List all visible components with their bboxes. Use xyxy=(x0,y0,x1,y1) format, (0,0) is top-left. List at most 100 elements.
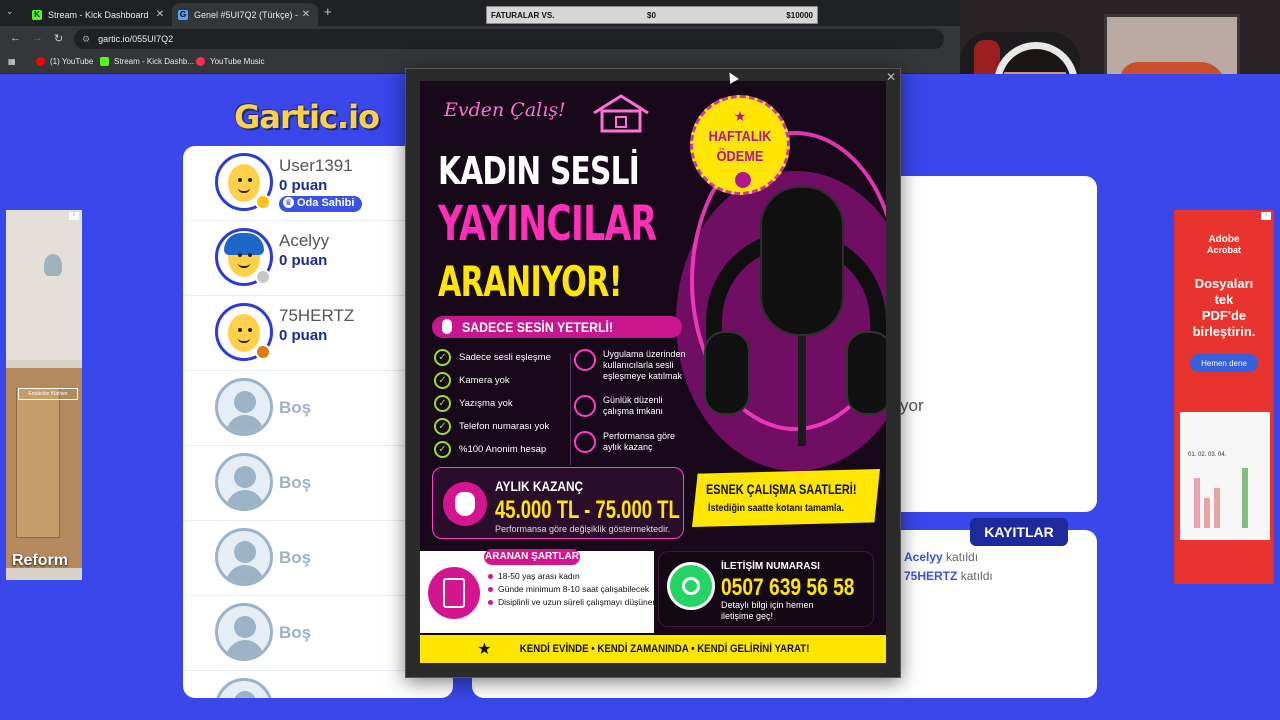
address-bar[interactable]: ⚙ gartic.io/055UI7Q2 xyxy=(74,29,944,49)
log-action: katıldı xyxy=(960,569,993,583)
new-tab-icon[interactable]: + xyxy=(324,4,332,19)
bills-start: $0 xyxy=(647,10,656,20)
status-dot xyxy=(255,344,271,360)
empty-avatar-icon xyxy=(215,678,273,698)
ad-brand: Adobe xyxy=(1208,234,1240,245)
poster-headline-1: KADIN SESLİ xyxy=(438,149,640,193)
avatar-eye xyxy=(248,178,252,182)
ad-info-icon[interactable]: i xyxy=(69,212,79,220)
close-icon[interactable]: ✕ xyxy=(886,70,896,84)
check-item: ✓ Yazışma yok xyxy=(434,395,513,412)
apps-icon[interactable]: ▦ xyxy=(8,57,16,66)
player-name: User1391 xyxy=(279,156,353,175)
logs-tab[interactable]: KAYITLAR xyxy=(970,518,1068,546)
earn-note: Performansa göre değişiklik göstermekted… xyxy=(495,524,671,534)
document-illustration: 01. 02. 03. 04. xyxy=(1180,412,1270,540)
poster-headline-3: ARANIYOR! xyxy=(438,257,623,306)
check-item: ✓ Kamera yok xyxy=(434,372,510,389)
avatar-hair xyxy=(224,233,264,255)
tab-gartic[interactable]: G Genel #5UI7Q2 (Türkçe) - Gartic ✕ xyxy=(172,3,318,26)
headset-icon xyxy=(574,349,596,371)
whatsapp-icon xyxy=(667,562,715,610)
badge-line: HAFTALIK xyxy=(708,128,772,145)
gartic-logo[interactable]: Gartic.io xyxy=(234,98,380,136)
room-owner-badge: ♛ Oda Sahibi xyxy=(279,196,363,212)
ad-cta-button[interactable]: Hemen dene xyxy=(1190,354,1258,372)
pill-text: SADECE SESİN YETERLİ! xyxy=(462,319,614,335)
contact-note: Detaylı bilgi için hemen iletişime geç! xyxy=(721,600,814,621)
ad-headline: tek xyxy=(1214,292,1234,307)
ad-info-icon[interactable]: i xyxy=(1261,212,1271,220)
clock-icon xyxy=(574,395,596,417)
requirement: Disiplinli ve uzun süreli çalışmayı düşü… xyxy=(488,597,658,608)
close-tab-icon[interactable]: ✕ xyxy=(300,9,312,20)
crown-icon: ♛ xyxy=(283,197,294,208)
empty-avatar-icon xyxy=(215,603,273,661)
job-ad-poster: Evden Çalış! KADIN SESLİ YAYINCILAR ARAN… xyxy=(420,81,886,663)
feature-item: Günlük düzenli çalışma imkanı xyxy=(574,395,695,417)
lamp-icon xyxy=(44,254,62,276)
tab-search-icon[interactable]: ⌄ xyxy=(6,6,14,17)
youtube-icon xyxy=(36,57,45,66)
req-title: ARANAN ŞARTLAR xyxy=(484,549,580,565)
poster-footer: ★ KENDİ EVİNDE • KENDİ ZAMANINDA • KENDİ… xyxy=(420,635,886,663)
requirements-box: ARANAN ŞARTLAR 18-50 yaş arası kadın Gün… xyxy=(420,549,657,633)
bills-label: FATURALAR VS. xyxy=(491,10,555,20)
voice-pill: SADECE SESİN YETERLİ! xyxy=(432,316,682,338)
back-icon[interactable]: ← xyxy=(10,32,21,44)
contact-number: 0507 639 56 58 xyxy=(721,574,855,601)
tab-kick-dashboard[interactable]: K Stream - Kick Dashboard ✕ xyxy=(26,3,172,26)
forward-icon[interactable]: → xyxy=(32,32,43,44)
player-name: Acelyy xyxy=(279,231,330,250)
avatar-eye xyxy=(248,328,252,332)
bookmark-label: YouTube Music xyxy=(210,57,265,66)
ad-mini-label[interactable]: Entdecke Küchen xyxy=(18,388,78,400)
bookmark-youtube-music[interactable]: YouTube Music xyxy=(196,57,265,66)
close-tab-icon[interactable]: ✕ xyxy=(154,9,166,20)
player-points: 0 puan xyxy=(279,327,328,344)
money-icon xyxy=(735,172,751,188)
bills-goal: $10000 xyxy=(786,10,813,20)
reload-icon[interactable]: ↻ xyxy=(54,32,63,45)
left-ad-banner[interactable]: Entdecke Küchen Reform i xyxy=(6,210,82,580)
check-icon: ✓ xyxy=(434,418,451,435)
kick-icon: K xyxy=(32,9,42,20)
image-modal: ✕ Evden Çalış! KADIN SESLİ YAYINCILAR AR… xyxy=(405,68,901,678)
status-dot xyxy=(255,269,271,285)
avatar-face xyxy=(228,164,260,202)
doc-text: 01. 02. 03. 04. xyxy=(1188,452,1227,458)
log-action: katıldı xyxy=(946,550,979,564)
bills-goal-overlay: FATURALAR VS. $0 $10000 xyxy=(486,6,818,24)
ad-headline: Dosyaları xyxy=(1194,276,1254,291)
requirement: Günde minimum 8-10 saat çalışabilecek xyxy=(488,584,658,595)
check-item: ✓ %100 Anonim hesap xyxy=(434,441,546,458)
feature-item: Performansa göre aylık kazanç xyxy=(574,431,695,453)
board-status-text: yor xyxy=(900,396,924,415)
empty-avatar-icon xyxy=(215,378,273,436)
star-icon: ★ xyxy=(733,108,747,124)
bookmark-kick[interactable]: Stream - Kick Dashb... xyxy=(100,57,194,66)
house-icon xyxy=(593,94,649,133)
drawing-board[interactable] xyxy=(900,176,1097,512)
site-info-icon[interactable]: ⚙ xyxy=(82,34,90,45)
check-item: ✓ Sadece sesli eşleşme xyxy=(434,349,551,366)
kick-icon xyxy=(100,57,109,66)
room-owner-label: Oda Sahibi xyxy=(297,197,355,209)
bookmark-label: (1) YouTube xyxy=(50,57,94,66)
earn-amount: 45.000 TL - 75.000 TL xyxy=(495,496,680,524)
youtube-music-icon xyxy=(196,57,205,66)
weekly-payment-badge: ★ HAFTALIK ÖDEME xyxy=(690,95,790,195)
player-name: 75HERTZ xyxy=(279,306,355,325)
status-dot xyxy=(255,194,271,210)
contact-title: İLETİŞİM NUMARASI xyxy=(721,561,820,572)
empty-slot-label: Boş xyxy=(279,548,312,567)
bookmark-youtube[interactable]: (1) YouTube xyxy=(36,57,93,66)
ad-headline: PDF'de xyxy=(1201,308,1247,323)
flex-title: ESNEK ÇALIŞMA SAATLERİ! xyxy=(706,481,857,497)
mic-icon xyxy=(442,319,452,334)
log-user: Acelyy xyxy=(904,550,943,564)
player-points: 0 puan xyxy=(279,177,328,194)
empty-slot-label: Boş xyxy=(279,473,312,492)
contact-box: İLETİŞİM NUMARASI 0507 639 56 58 Detaylı… xyxy=(658,551,874,627)
right-ad-banner[interactable]: i Adobe Acrobat Dosyaları tek PDF'de bir… xyxy=(1174,210,1274,584)
